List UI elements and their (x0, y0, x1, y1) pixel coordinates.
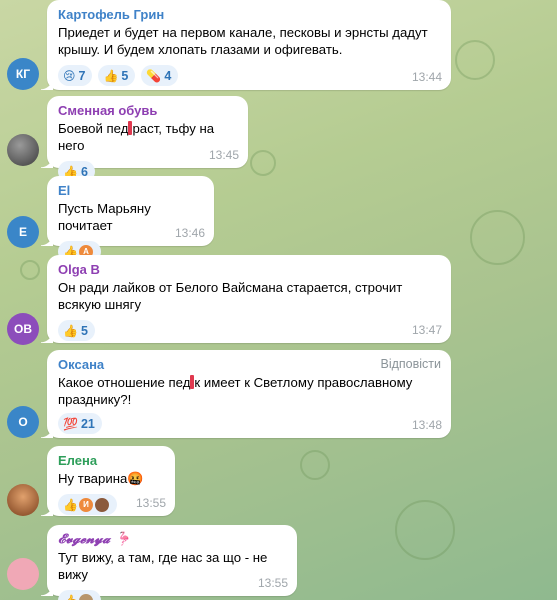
message-time: 13:46 (174, 226, 205, 240)
avatar[interactable]: E (7, 216, 39, 248)
reaction-count: 5 (121, 68, 129, 83)
message-time: 13:55 (257, 576, 288, 590)
avatar[interactable]: КГ (7, 58, 39, 90)
message-bubble[interactable]: Сменная обувь Боевой пед раст, тьфу на не… (41, 96, 248, 182)
reaction-count: 4 (164, 68, 172, 83)
message-text: Он ради лайков от Белого Вайсмана старае… (58, 280, 403, 312)
thumbs-up-icon: 👍 (63, 497, 78, 512)
message-text: Тут вижу, а там, где нас за що - не вижу (58, 550, 268, 582)
message-bubble[interactable]: Оксана Відповісти Какое отношение пед к и… (41, 350, 451, 438)
reaction-crying[interactable]: 😢 7 (58, 65, 93, 86)
message-text: Приедет и будет на первом канале, песков… (58, 25, 428, 57)
reaction-count: 5 (80, 323, 88, 338)
message-author[interactable]: Картофель Грин (58, 6, 441, 23)
message-text-part: Какое отношение пед (58, 375, 191, 390)
message-time: 13:48 (411, 418, 442, 432)
message-author[interactable]: El (58, 182, 204, 199)
reactions: 😢 7 👍 5 💊 4 (58, 65, 441, 86)
message-list: КГ Картофель Грин Приедет и будет на пер… (0, 0, 557, 600)
message-text: Ну тварина🤬 (58, 471, 144, 486)
message-text-part: Боевой пед (58, 121, 129, 136)
message-author[interactable]: Елена (58, 452, 165, 469)
message-bubble[interactable]: 𝓔𝓿𝓰𝓮𝓷𝔂𝓪 🦩 Тут вижу, а там, где нас за що… (41, 525, 297, 600)
avatar[interactable] (7, 484, 39, 516)
message-bubble[interactable]: Картофель Грин Приедет и будет на первом… (41, 0, 451, 90)
reaction-hundred[interactable]: 💯 21 (58, 413, 102, 434)
reactions: 👍 5 (58, 320, 441, 341)
message-time: 13:45 (208, 148, 239, 162)
thumbs-up-icon: 👍 (63, 594, 78, 600)
message-bubble[interactable]: Елена Ну тварина🤬 👍 И 13:55 (41, 446, 175, 516)
message-author[interactable]: Сменная обувь (58, 102, 238, 119)
avatar[interactable]: OB (7, 313, 39, 345)
message-time: 13:55 (135, 496, 166, 510)
reactor-avatar (93, 496, 110, 513)
reaction-thumbs-up[interactable]: 👍 (58, 590, 101, 600)
message-bubble[interactable]: Olga B Он ради лайков от Белого Вайсмана… (41, 255, 451, 343)
reactor-avatar: И (77, 496, 94, 513)
reaction-thumbs-up[interactable]: 👍 5 (98, 65, 136, 86)
avatar[interactable] (7, 558, 39, 590)
message-text: Какое отношение пед к имеет к Светлому пр… (58, 374, 441, 408)
avatar[interactable] (7, 134, 39, 166)
reaction-thumbs-up[interactable]: 👍 5 (58, 320, 95, 341)
crying-face-icon: 😢 (63, 68, 76, 83)
thumbs-up-icon: 👍 (63, 323, 78, 338)
reactor-avatar (77, 592, 94, 600)
reaction-count: 7 (78, 68, 86, 83)
reactions: 💯 21 (58, 413, 441, 434)
avatar[interactable]: O (7, 406, 39, 438)
pill-icon: 💊 (146, 68, 162, 83)
reply-link[interactable]: Відповісти (380, 357, 441, 371)
reaction-pill[interactable]: 💊 4 (141, 65, 179, 86)
hundred-points-icon: 💯 (63, 416, 78, 431)
message-time: 13:47 (411, 323, 442, 337)
message-time: 13:44 (411, 70, 442, 84)
message-author[interactable]: 𝓔𝓿𝓰𝓮𝓷𝔂𝓪 🦩 (58, 531, 287, 548)
reactions: 👍 (58, 590, 287, 600)
reaction-thumbs-up[interactable]: 👍 И (58, 494, 117, 515)
reaction-count: 21 (80, 416, 95, 431)
message-bubble[interactable]: El Пусть Марьяну почитает 👍 A 13:46 (41, 176, 214, 262)
message-author[interactable]: Olga B (58, 261, 441, 278)
thumbs-up-icon: 👍 (103, 68, 119, 83)
